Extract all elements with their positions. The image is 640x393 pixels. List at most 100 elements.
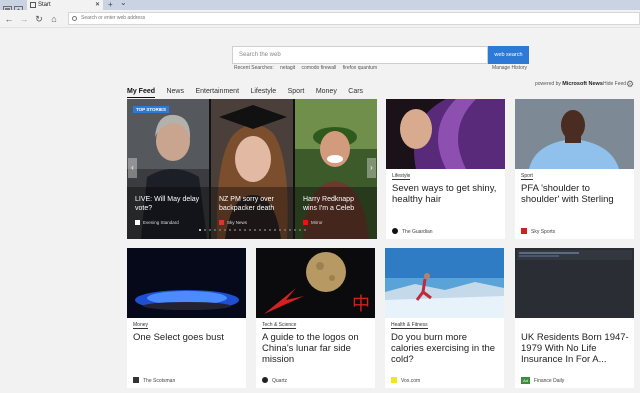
recent-search-item[interactable]: firefox quantum	[343, 65, 377, 71]
card-category: Money	[133, 322, 149, 329]
title-bar: Start ✕ + ⌄	[0, 0, 640, 14]
close-tab-icon[interactable]: ✕	[95, 0, 100, 10]
story-source: Mirror	[303, 220, 323, 225]
carousel-dot[interactable]	[274, 229, 276, 231]
card-category: Lifestyle	[392, 173, 411, 180]
carousel-dot[interactable]	[279, 229, 281, 231]
gear-icon[interactable]: ⚙	[626, 79, 634, 89]
carousel-dot[interactable]	[284, 229, 286, 231]
recent-searches-label: Recent Searches:	[234, 65, 274, 71]
news-card[interactable]: Lifestyle Seven ways to get shiny, healt…	[386, 99, 505, 239]
back-icon[interactable]: ←	[3, 13, 15, 25]
carousel-dot[interactable]	[259, 229, 261, 231]
carousel-dot[interactable]	[269, 229, 271, 231]
powered-by: powered by Microsoft News	[535, 81, 603, 87]
carousel-dot[interactable]	[289, 229, 291, 231]
ad-card[interactable]: UK Residents Born 1947-1979 With No Life…	[515, 248, 634, 388]
tab-preview-icon[interactable]	[3, 1, 12, 14]
tab-start[interactable]: Start ✕	[27, 0, 103, 10]
story-source-label: Sky News	[227, 220, 248, 225]
story-caption: Harry Redknapp wins I'm a Celeb	[303, 196, 355, 212]
category-my-feed[interactable]: My Feed	[127, 86, 156, 98]
tab-set-aside-icon[interactable]	[14, 1, 23, 14]
card-photo-hair	[386, 99, 505, 169]
carousel-dot[interactable]	[304, 229, 306, 231]
carousel-dot[interactable]	[219, 229, 221, 231]
sky-sports-logo-icon	[521, 228, 527, 234]
card-headline: PFA 'shoulder to shoulder' with Sterling	[521, 183, 614, 205]
manage-history-link[interactable]: Manage History	[492, 65, 527, 71]
carousel-dot[interactable]	[254, 229, 256, 231]
ad-headline: UK Residents Born 1947-1979 With No Life…	[521, 332, 629, 365]
news-card[interactable]: Sport PFA 'shoulder to shoulder' with St…	[515, 99, 634, 239]
top-story-slide[interactable]: TOP STORIES LIVE: Will May delay vote? E…	[127, 99, 209, 239]
mirror-logo-icon	[303, 220, 308, 225]
new-tab-button[interactable]: +	[108, 0, 113, 10]
forward-icon[interactable]: →	[18, 13, 30, 25]
carousel-dot[interactable]	[199, 229, 201, 231]
category-money[interactable]: Money	[316, 86, 337, 97]
news-card[interactable]: 中 Tech & Science A guide to the logos on…	[256, 248, 375, 388]
category-sport[interactable]: Sport	[288, 86, 305, 97]
carousel-dot[interactable]	[234, 229, 236, 231]
recent-search-item[interactable]: comodo firewall	[302, 65, 337, 71]
carousel-dot[interactable]	[229, 229, 231, 231]
ad-badge: Ad	[521, 377, 530, 384]
carousel-dot[interactable]	[299, 229, 301, 231]
carousel-dot[interactable]	[224, 229, 226, 231]
top-story-slide[interactable]: NZ PM sorry over backpacker death Sky Ne…	[211, 99, 293, 239]
category-news[interactable]: News	[166, 86, 184, 97]
story-caption: LIVE: Will May delay vote?	[135, 196, 200, 212]
vox-logo-icon	[391, 377, 397, 383]
card-source-label: The Scotsman	[143, 378, 176, 384]
card-photo-moon-logo: 中	[256, 248, 375, 318]
news-card[interactable]: Money One Select goes bust The Scotsman	[127, 248, 246, 388]
card-headline: Do you burn more calories exercising in …	[391, 332, 496, 365]
carousel-dot[interactable]	[214, 229, 216, 231]
category-lifestyle[interactable]: Lifestyle	[250, 86, 276, 97]
tab-menu-chevron-icon[interactable]: ⌄	[120, 0, 127, 8]
top-story-slide[interactable]: Harry Redknapp wins I'm a Celeb Mirror	[295, 99, 377, 239]
top-stories-carousel[interactable]: TOP STORIES LIVE: Will May delay vote? E…	[127, 99, 377, 239]
tab-page-icon	[30, 2, 36, 8]
story-caption: NZ PM sorry over backpacker death	[219, 196, 275, 212]
nav-bar: ← → ↻ ⌂ Search or enter web address	[0, 10, 640, 28]
sky-news-logo-icon	[219, 220, 224, 225]
ad-photo	[515, 248, 634, 318]
card-category: Health & Fitness	[391, 322, 428, 329]
hide-feed-link[interactable]: Hide Feed	[603, 81, 626, 87]
search-input[interactable]: Search the web	[232, 46, 488, 64]
carousel-dot[interactable]	[204, 229, 206, 231]
carousel-dot[interactable]	[244, 229, 246, 231]
carousel-dot[interactable]	[294, 229, 296, 231]
carousel-dot[interactable]	[249, 229, 251, 231]
evening-standard-logo-icon	[135, 220, 140, 225]
card-headline: Seven ways to get shiny, healthy hair	[392, 183, 497, 205]
web-search-button[interactable]: web search	[488, 46, 529, 64]
story-photo-harry-redknapp	[295, 99, 377, 239]
card-category: Sport	[521, 173, 533, 180]
carousel-prev-button[interactable]: ‹	[128, 158, 137, 178]
card-headline: One Select goes bust	[133, 332, 224, 343]
story-source-label: Mirror	[311, 220, 323, 225]
story-source-label: Evening Standard	[143, 220, 179, 225]
carousel-next-button[interactable]: ›	[367, 158, 376, 178]
home-icon[interactable]: ⌂	[48, 13, 60, 25]
card-source: Vox.com	[391, 377, 420, 385]
carousel-dot[interactable]	[264, 229, 266, 231]
recent-search-item[interactable]: netagit	[280, 65, 295, 71]
address-bar[interactable]: Search or enter web address	[68, 12, 640, 25]
refresh-icon[interactable]: ↻	[33, 13, 45, 25]
card-photo-gas-flame	[127, 248, 246, 318]
microsoft-news-brand: Microsoft News	[562, 81, 603, 87]
story-photo-graduate	[211, 99, 293, 239]
carousel-dot[interactable]	[239, 229, 241, 231]
card-source-label: Quartz	[272, 378, 288, 384]
card-photo-winter-runner	[385, 248, 504, 318]
recent-searches: Recent Searches: netagit comodo firewall…	[234, 65, 382, 71]
carousel-dot[interactable]	[209, 229, 211, 231]
news-card[interactable]: Health & Fitness Do you burn more calori…	[385, 248, 504, 388]
category-entertainment[interactable]: Entertainment	[195, 86, 239, 97]
category-cars[interactable]: Cars	[348, 86, 363, 97]
card-headline: A guide to the logos on China's lunar fa…	[262, 332, 359, 365]
